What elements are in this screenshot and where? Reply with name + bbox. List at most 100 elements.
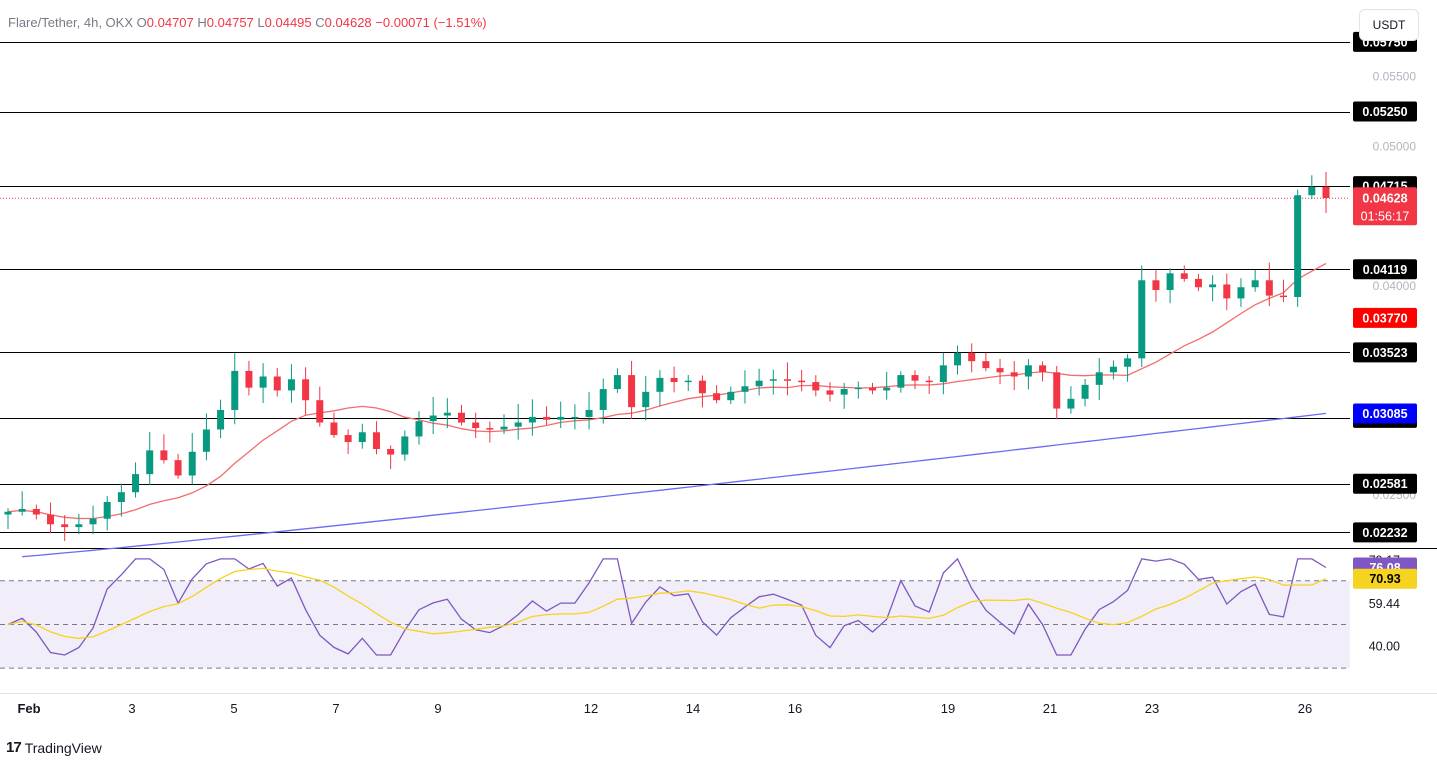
close-value: 0.04628	[324, 15, 372, 30]
candle-body	[4, 511, 12, 515]
candle-body	[1067, 398, 1075, 409]
moving-averages	[7, 262, 1327, 558]
candle-body	[557, 416, 565, 420]
rsi-panel	[0, 557, 1350, 669]
candle-body	[854, 387, 862, 390]
candle-body	[486, 428, 494, 430]
level-label-text: 0.04119	[1363, 263, 1408, 277]
candle-body	[358, 432, 366, 443]
candle-body	[429, 415, 437, 422]
candle-body	[458, 412, 466, 423]
candle-body	[316, 400, 324, 423]
candle-body	[415, 421, 423, 437]
candle-body	[1024, 365, 1032, 377]
price-axis: 0.055000.050000.040000.025000.057500.052…	[1353, 31, 1417, 653]
candle-body	[684, 380, 692, 383]
candle-body	[245, 370, 253, 388]
level-label: 0.02581	[1353, 473, 1417, 494]
candle-body	[1081, 384, 1089, 399]
price-tick: 0.05000	[1373, 139, 1417, 153]
tradingview-logo-icon: 17	[6, 739, 22, 756]
candle-body	[443, 412, 451, 416]
last-price-tag: 0.04628 01:56:17	[1353, 187, 1417, 226]
candle-body	[528, 416, 536, 423]
candle-body	[1039, 365, 1047, 373]
candle-body	[273, 376, 281, 391]
candle-body	[160, 450, 168, 461]
candle-body	[146, 450, 154, 475]
candle-body	[613, 375, 621, 390]
candle-body	[840, 389, 848, 395]
open-value: 0.04707	[146, 15, 194, 30]
candle-body	[344, 435, 352, 443]
candle-body	[103, 501, 111, 519]
candle-body	[472, 422, 480, 429]
candle-body	[798, 380, 806, 383]
candle-body	[1124, 358, 1132, 367]
level-label: 0.03523	[1353, 342, 1417, 363]
candle-body	[1279, 295, 1287, 298]
ma-label: 0.03770	[1353, 307, 1417, 328]
candle-body	[868, 387, 876, 391]
candle-body	[585, 409, 593, 417]
candle-body	[401, 436, 409, 455]
time-tick: 5	[230, 701, 237, 716]
candle-body	[1166, 273, 1174, 291]
candle-body	[968, 352, 976, 362]
level-label: 0.02232	[1353, 522, 1417, 543]
candle-body	[514, 422, 522, 427]
candle-body	[897, 375, 905, 388]
candle-body	[1223, 284, 1231, 299]
candle-body	[1180, 273, 1188, 279]
candle-body	[1308, 186, 1316, 196]
time-tick: 9	[434, 701, 441, 716]
time-tick: 14	[686, 701, 700, 716]
rsi-ma-label-text: 70.93	[1369, 572, 1400, 586]
price-tick: 0.05500	[1373, 70, 1417, 84]
candle-body	[939, 365, 947, 383]
candle-body	[387, 448, 395, 455]
low-value: 0.04495	[264, 15, 312, 30]
time-tick: 23	[1145, 701, 1159, 716]
ma-label: 0.03085	[1353, 403, 1417, 424]
currency-unit-button[interactable]: USDT	[1359, 9, 1419, 41]
time-tick: 21	[1043, 701, 1057, 716]
time-tick: 3	[128, 701, 135, 716]
candle-body	[656, 377, 664, 392]
candle-body	[812, 382, 820, 391]
time-tick: 26	[1298, 701, 1312, 716]
candle-body	[769, 379, 777, 381]
symbol-label: Flare/Tether, 4h, OKX	[8, 15, 134, 30]
candle-body	[89, 518, 97, 525]
candle-body	[1209, 284, 1217, 288]
ma-slow-line	[22, 412, 1327, 558]
time-axis: Feb 3 5 7 9 12 14 16 19 21 23 26	[17, 701, 1312, 716]
candle-body	[1237, 287, 1245, 299]
high-label: H	[197, 15, 207, 30]
candle-body	[1053, 372, 1061, 409]
chart-canvas[interactable]: 0.055000.050000.040000.025000.057500.052…	[0, 0, 1437, 761]
last-price-text: 0.04628	[1362, 191, 1407, 205]
time-tick: Feb	[17, 701, 40, 716]
time-tick: 7	[332, 701, 339, 716]
candles	[4, 172, 1330, 542]
level-label-text: 0.02232	[1362, 526, 1407, 540]
candle-body	[1138, 280, 1146, 359]
candle-body	[302, 379, 310, 401]
candle-body	[61, 524, 69, 528]
close-label: C	[315, 15, 325, 30]
candle-body	[698, 380, 706, 394]
high-value: 0.04757	[206, 15, 254, 30]
rsi-tick: 40.00	[1369, 639, 1400, 653]
candle-body	[883, 387, 891, 391]
candle-body	[75, 524, 83, 528]
candle-body	[188, 451, 196, 476]
candle-body	[599, 389, 607, 410]
tradingview-brand[interactable]: 17 TradingView	[6, 739, 102, 756]
open-label: O	[136, 15, 147, 30]
price-tick: 0.04000	[1373, 279, 1417, 293]
candle-body	[259, 376, 267, 388]
brand-name: TradingView	[24, 739, 102, 756]
level-label: 0.04119	[1353, 259, 1417, 280]
candle-body	[628, 375, 636, 408]
